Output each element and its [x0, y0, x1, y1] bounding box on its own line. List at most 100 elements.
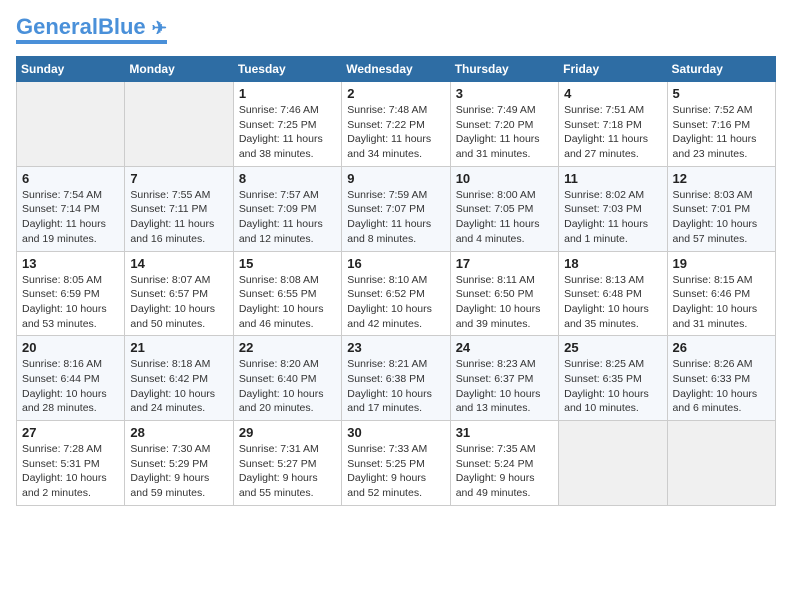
weekday-header: Thursday	[450, 57, 558, 82]
day-number: 15	[239, 256, 336, 271]
day-number: 28	[130, 425, 227, 440]
calendar-cell: 9 Sunrise: 7:59 AMSunset: 7:07 PMDaylight…	[342, 166, 450, 251]
day-number: 5	[673, 86, 770, 101]
calendar-cell: 14 Sunrise: 8:07 AMSunset: 6:57 PMDayligh…	[125, 251, 233, 336]
calendar-cell: 12Sunrise: 8:03 AMSunset: 7:01 PMDayligh…	[667, 166, 775, 251]
day-info: Sunrise: 8:13 AMSunset: 6:48 PMDaylight:…	[564, 273, 661, 332]
day-number: 10	[456, 171, 553, 186]
calendar-cell	[667, 421, 775, 506]
logo-plane-icon: ✈	[152, 18, 167, 38]
day-number: 4	[564, 86, 661, 101]
day-number: 30	[347, 425, 444, 440]
day-number: 8	[239, 171, 336, 186]
day-info: Sunrise: 8:25 AMSunset: 6:35 PMDaylight:…	[564, 357, 661, 416]
weekday-header: Tuesday	[233, 57, 341, 82]
day-number: 17	[456, 256, 553, 271]
calendar-cell: 28Sunrise: 7:30 AMSunset: 5:29 PMDayligh…	[125, 421, 233, 506]
day-info: Sunrise: 8:18 AMSunset: 6:42 PMDaylight:…	[130, 357, 227, 416]
day-info: Sunrise: 8:02 AMSunset: 7:03 PMDaylight:…	[564, 188, 661, 247]
calendar-cell: 1 Sunrise: 7:46 AMSunset: 7:25 PMDaylight…	[233, 82, 341, 167]
calendar-table: SundayMondayTuesdayWednesdayThursdayFrid…	[16, 56, 776, 506]
calendar-week-row: 20 Sunrise: 8:16 AMSunset: 6:44 PMDayligh…	[17, 336, 776, 421]
day-info: Sunrise: 7:51 AMSunset: 7:18 PMDaylight:…	[564, 103, 661, 162]
weekday-header: Monday	[125, 57, 233, 82]
calendar-week-row: 1 Sunrise: 7:46 AMSunset: 7:25 PMDaylight…	[17, 82, 776, 167]
day-info: Sunrise: 7:59 AMSunset: 7:07 PMDaylight:…	[347, 188, 444, 247]
day-info: Sunrise: 8:23 AMSunset: 6:37 PMDaylight:…	[456, 357, 553, 416]
calendar-cell: 7Sunrise: 7:55 AMSunset: 7:11 PMDaylight…	[125, 166, 233, 251]
calendar-cell: 4 Sunrise: 7:51 AMSunset: 7:18 PMDaylight…	[559, 82, 667, 167]
day-number: 24	[456, 340, 553, 355]
calendar-cell: 11 Sunrise: 8:02 AMSunset: 7:03 PMDayligh…	[559, 166, 667, 251]
logo-general: General	[16, 14, 98, 39]
day-info: Sunrise: 8:00 AMSunset: 7:05 PMDaylight:…	[456, 188, 553, 247]
calendar-cell: 3 Sunrise: 7:49 AMSunset: 7:20 PMDaylight…	[450, 82, 558, 167]
calendar-cell: 25 Sunrise: 8:25 AMSunset: 6:35 PMDayligh…	[559, 336, 667, 421]
calendar-cell: 31 Sunrise: 7:35 AMSunset: 5:24 PMDayligh…	[450, 421, 558, 506]
calendar-cell: 30Sunrise: 7:33 AMSunset: 5:25 PMDayligh…	[342, 421, 450, 506]
calendar-cell: 10 Sunrise: 8:00 AMSunset: 7:05 PMDayligh…	[450, 166, 558, 251]
day-info: Sunrise: 7:31 AMSunset: 5:27 PMDaylight:…	[239, 442, 336, 501]
weekday-header: Wednesday	[342, 57, 450, 82]
weekday-header: Sunday	[17, 57, 125, 82]
day-info: Sunrise: 8:08 AMSunset: 6:55 PMDaylight:…	[239, 273, 336, 332]
day-info: Sunrise: 7:48 AMSunset: 7:22 PMDaylight:…	[347, 103, 444, 162]
calendar-cell: 15 Sunrise: 8:08 AMSunset: 6:55 PMDayligh…	[233, 251, 341, 336]
day-info: Sunrise: 7:28 AMSunset: 5:31 PMDaylight:…	[22, 442, 119, 501]
day-number: 6	[22, 171, 119, 186]
day-info: Sunrise: 7:55 AMSunset: 7:11 PMDaylight:…	[130, 188, 227, 247]
day-number: 12	[673, 171, 770, 186]
calendar-cell	[17, 82, 125, 167]
day-info: Sunrise: 7:54 AMSunset: 7:14 PMDaylight:…	[22, 188, 119, 247]
calendar-cell: 2Sunrise: 7:48 AMSunset: 7:22 PMDaylight…	[342, 82, 450, 167]
calendar-cell: 16Sunrise: 8:10 AMSunset: 6:52 PMDayligh…	[342, 251, 450, 336]
day-number: 3	[456, 86, 553, 101]
calendar-cell: 24 Sunrise: 8:23 AMSunset: 6:37 PMDayligh…	[450, 336, 558, 421]
day-number: 19	[673, 256, 770, 271]
day-number: 14	[130, 256, 227, 271]
day-number: 29	[239, 425, 336, 440]
calendar-cell: 22Sunrise: 8:20 AMSunset: 6:40 PMDayligh…	[233, 336, 341, 421]
day-number: 31	[456, 425, 553, 440]
weekday-header-row: SundayMondayTuesdayWednesdayThursdayFrid…	[17, 57, 776, 82]
day-number: 22	[239, 340, 336, 355]
calendar-cell	[125, 82, 233, 167]
calendar-cell: 23 Sunrise: 8:21 AMSunset: 6:38 PMDayligh…	[342, 336, 450, 421]
calendar-cell: 18 Sunrise: 8:13 AMSunset: 6:48 PMDayligh…	[559, 251, 667, 336]
day-number: 1	[239, 86, 336, 101]
page-header: GeneralBlue ✈	[16, 16, 776, 44]
day-number: 26	[673, 340, 770, 355]
day-number: 18	[564, 256, 661, 271]
weekday-header: Friday	[559, 57, 667, 82]
calendar-cell: 29 Sunrise: 7:31 AMSunset: 5:27 PMDayligh…	[233, 421, 341, 506]
day-info: Sunrise: 8:11 AMSunset: 6:50 PMDaylight:…	[456, 273, 553, 332]
day-number: 25	[564, 340, 661, 355]
calendar-cell: 13Sunrise: 8:05 AMSunset: 6:59 PMDayligh…	[17, 251, 125, 336]
day-info: Sunrise: 8:15 AMSunset: 6:46 PMDaylight:…	[673, 273, 770, 332]
day-number: 23	[347, 340, 444, 355]
logo-bar	[16, 40, 167, 44]
day-number: 11	[564, 171, 661, 186]
day-info: Sunrise: 7:52 AMSunset: 7:16 PMDaylight:…	[673, 103, 770, 162]
day-number: 9	[347, 171, 444, 186]
day-info: Sunrise: 8:26 AMSunset: 6:33 PMDaylight:…	[673, 357, 770, 416]
day-number: 16	[347, 256, 444, 271]
calendar-cell: 26 Sunrise: 8:26 AMSunset: 6:33 PMDayligh…	[667, 336, 775, 421]
calendar-week-row: 13Sunrise: 8:05 AMSunset: 6:59 PMDayligh…	[17, 251, 776, 336]
day-info: Sunrise: 8:07 AMSunset: 6:57 PMDaylight:…	[130, 273, 227, 332]
day-info: Sunrise: 7:57 AMSunset: 7:09 PMDaylight:…	[239, 188, 336, 247]
calendar-cell: 5 Sunrise: 7:52 AMSunset: 7:16 PMDaylight…	[667, 82, 775, 167]
day-info: Sunrise: 8:21 AMSunset: 6:38 PMDaylight:…	[347, 357, 444, 416]
day-info: Sunrise: 7:46 AMSunset: 7:25 PMDaylight:…	[239, 103, 336, 162]
day-info: Sunrise: 8:16 AMSunset: 6:44 PMDaylight:…	[22, 357, 119, 416]
calendar-cell: 19 Sunrise: 8:15 AMSunset: 6:46 PMDayligh…	[667, 251, 775, 336]
calendar-cell: 21Sunrise: 8:18 AMSunset: 6:42 PMDayligh…	[125, 336, 233, 421]
logo-text: GeneralBlue ✈	[16, 16, 167, 38]
calendar-cell: 8 Sunrise: 7:57 AMSunset: 7:09 PMDaylight…	[233, 166, 341, 251]
calendar-cell	[559, 421, 667, 506]
calendar-week-row: 27Sunrise: 7:28 AMSunset: 5:31 PMDayligh…	[17, 421, 776, 506]
day-info: Sunrise: 7:35 AMSunset: 5:24 PMDaylight:…	[456, 442, 553, 501]
day-number: 20	[22, 340, 119, 355]
day-info: Sunrise: 7:49 AMSunset: 7:20 PMDaylight:…	[456, 103, 553, 162]
calendar-cell: 6 Sunrise: 7:54 AMSunset: 7:14 PMDaylight…	[17, 166, 125, 251]
